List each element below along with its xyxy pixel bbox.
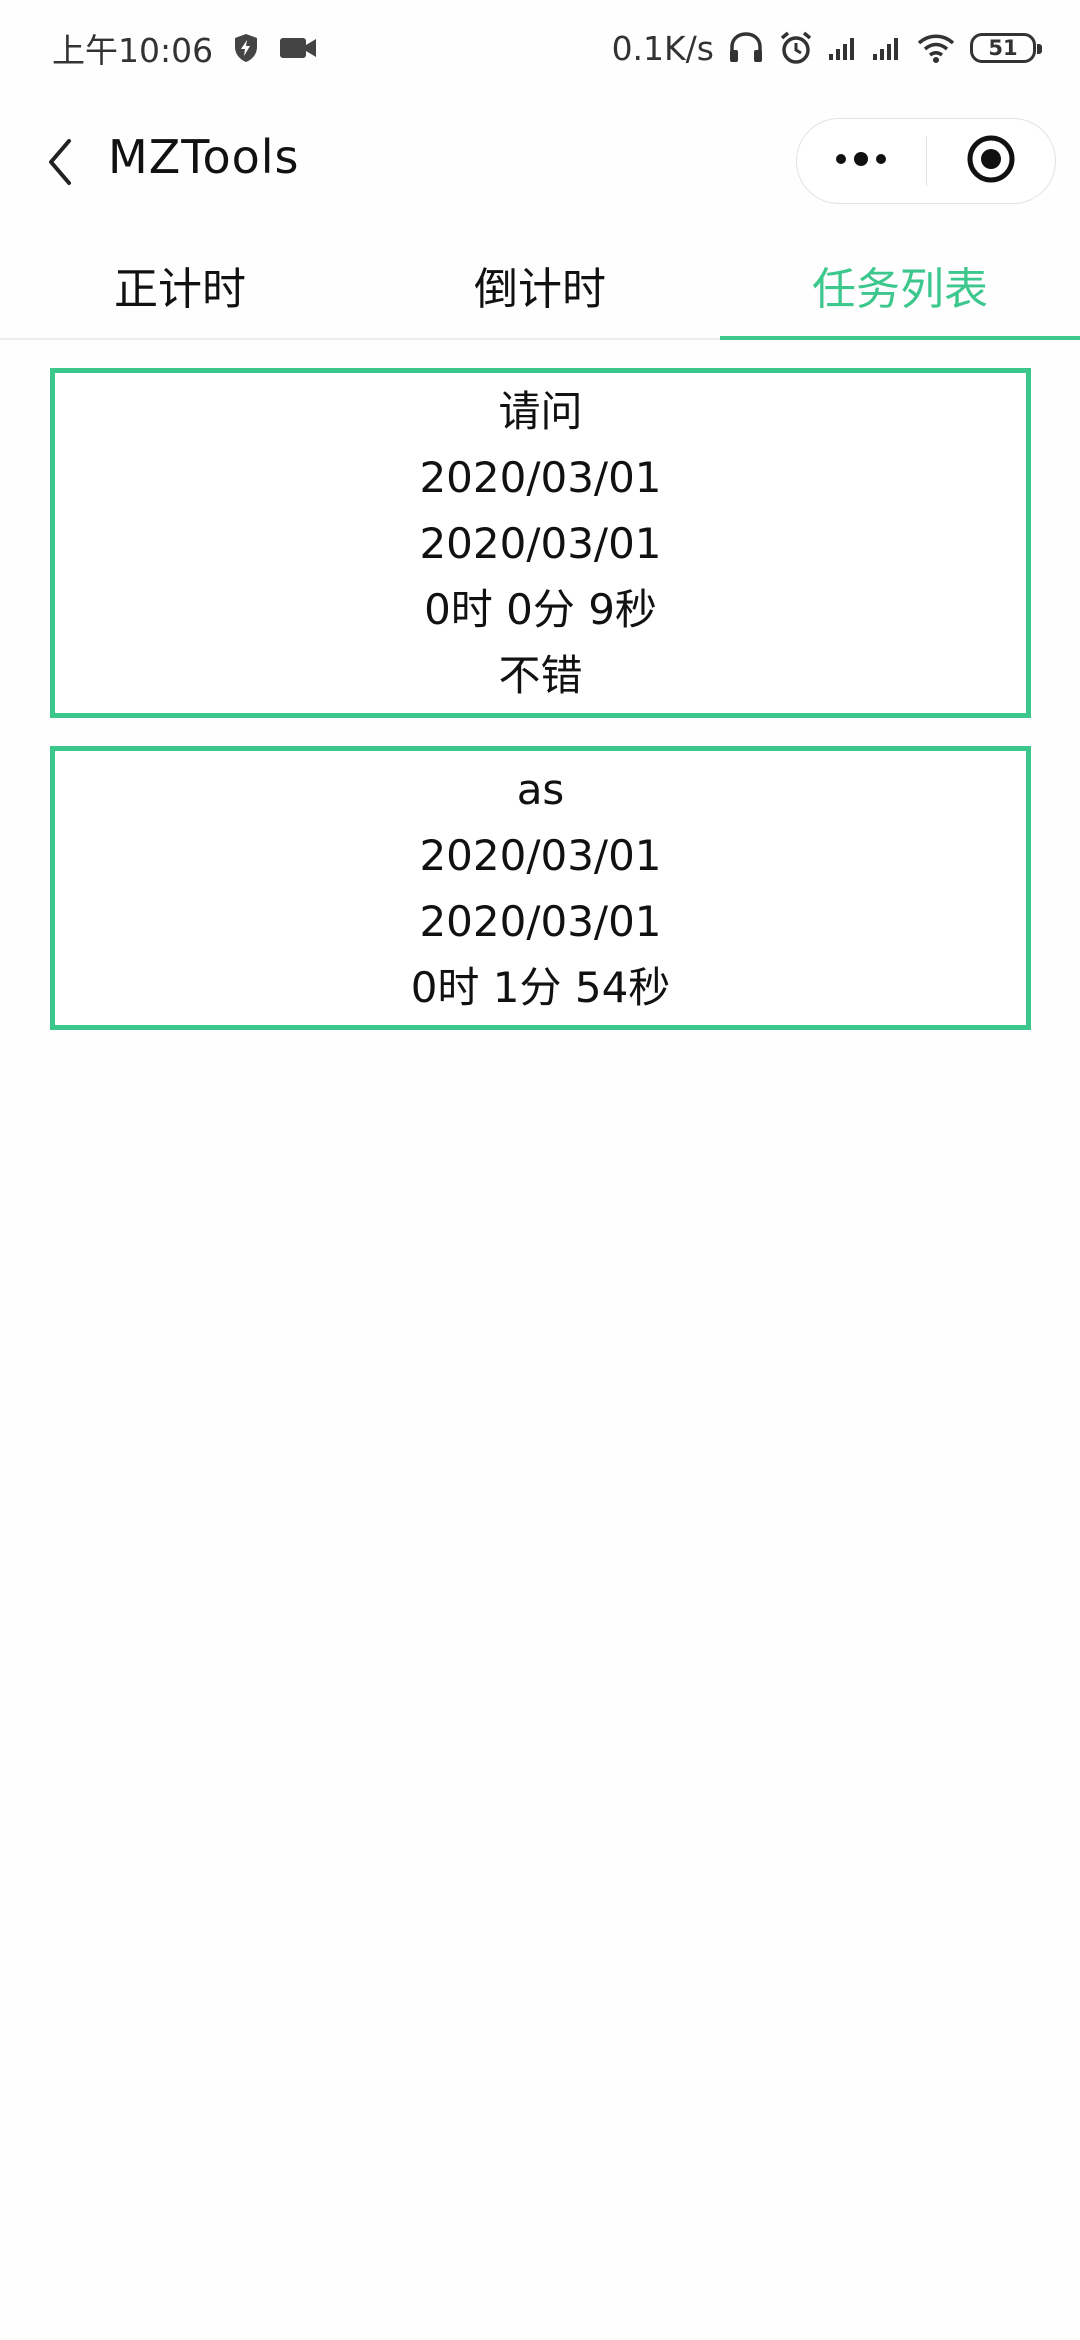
task-card[interactable]: 请问 2020/03/01 2020/03/01 0时 0分 9秒 不错	[50, 368, 1031, 718]
status-time: 上午10:06	[52, 31, 214, 70]
battery-level: 51	[988, 36, 1018, 60]
task-start-date: 2020/03/01	[419, 831, 662, 880]
task-duration: 0时 0分 9秒	[424, 585, 657, 634]
task-name: as	[516, 765, 565, 814]
headset-icon	[728, 31, 764, 65]
close-mini-program-button[interactable]	[927, 118, 1056, 204]
tab-count-up[interactable]: 正计时	[0, 232, 360, 338]
shield-bolt-icon	[233, 33, 259, 63]
task-name: 请问	[498, 387, 583, 436]
target-close-icon	[966, 134, 1016, 188]
nav-bar: MZTools	[0, 110, 1080, 216]
back-button[interactable]	[28, 132, 92, 196]
more-dots-icon	[833, 151, 889, 171]
status-bar: 上午10:06 0.1K/s 51	[0, 0, 1080, 96]
tab-countdown[interactable]: 倒计时	[360, 232, 720, 338]
alarm-clock-icon	[778, 30, 814, 66]
task-end-date: 2020/03/01	[419, 519, 662, 568]
battery-icon: 51	[970, 33, 1042, 63]
task-end-date: 2020/03/01	[419, 897, 662, 946]
signal-icon	[828, 35, 858, 61]
video-camera-icon	[279, 35, 317, 61]
task-note: 不错	[498, 651, 583, 700]
mini-program-capsule	[796, 118, 1056, 204]
wifi-icon	[916, 33, 956, 63]
more-button[interactable]	[797, 118, 926, 204]
tab-bar: 正计时 倒计时 任务列表	[0, 232, 1080, 340]
page-title: MZTools	[108, 130, 300, 184]
net-speed: 0.1K/s	[611, 28, 714, 68]
status-bar-left: 上午10:06	[52, 24, 337, 72]
tab-task-list[interactable]: 任务列表	[720, 232, 1080, 340]
signal-icon	[872, 35, 902, 61]
task-start-date: 2020/03/01	[419, 453, 662, 502]
status-bar-right: 0.1K/s 51	[598, 28, 1042, 68]
chevron-left-icon	[43, 137, 77, 191]
task-list: 请问 2020/03/01 2020/03/01 0时 0分 9秒 不错 as …	[50, 368, 1031, 1058]
task-duration: 0时 1分 54秒	[410, 963, 671, 1012]
task-card[interactable]: as 2020/03/01 2020/03/01 0时 1分 54秒	[50, 746, 1031, 1030]
